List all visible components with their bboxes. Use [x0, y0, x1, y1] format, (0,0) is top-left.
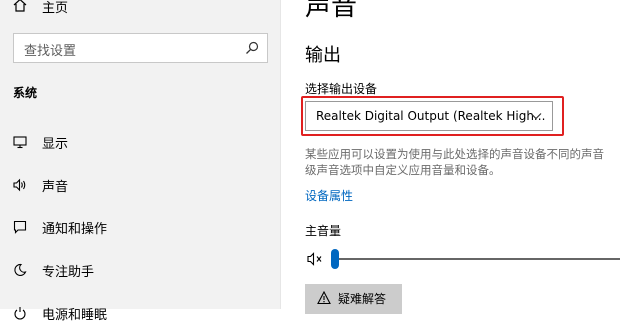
output-heading: 输出 — [305, 45, 341, 66]
sidebar-item-label: 电源和睡眠 — [42, 308, 108, 323]
warning-icon — [317, 291, 331, 305]
speaker-icon — [13, 178, 26, 192]
sidebar-item-label: 专注助手 — [42, 265, 95, 280]
troubleshoot-label: 疑难解答 — [338, 292, 387, 306]
mute-speaker-icon[interactable] — [307, 251, 325, 267]
device-properties-link[interactable]: 设备属性 — [305, 187, 353, 204]
select-output-device-label: 选择输出设备 — [305, 82, 378, 96]
search-icon[interactable] — [245, 41, 259, 55]
search-placeholder: 查找设置 — [24, 44, 77, 59]
section-heading-system: 系统 — [13, 86, 38, 100]
sidebar-item-focus-assist[interactable]: 专注助手 — [0, 254, 280, 286]
troubleshoot-button[interactable]: 疑难解答 — [305, 284, 402, 314]
power-icon — [14, 307, 26, 320]
volume-slider-thumb[interactable] — [331, 249, 339, 269]
description-line: 某些应用可以设置为使用与此处选择的声音设备不同的声音 — [305, 147, 604, 161]
moon-icon — [14, 263, 27, 276]
master-volume-label: 主音量 — [305, 224, 342, 238]
monitor-icon — [13, 136, 27, 149]
settings-search-input[interactable]: 查找设置 — [13, 33, 268, 63]
sidebar-item-label: 显示 — [42, 137, 69, 152]
home-nav-item[interactable]: 主页 — [0, 0, 280, 20]
page-title: 声音 — [305, 0, 358, 22]
sidebar-item-label: 通知和操作 — [42, 222, 108, 237]
home-label: 主页 — [42, 1, 69, 16]
sidebar-divider — [280, 0, 281, 309]
volume-slider-track[interactable] — [335, 258, 620, 260]
description-line: 级声音选项中自定义应用音量和设备。 — [305, 163, 501, 177]
highlight-annotation-box — [301, 96, 564, 136]
sidebar: 主页 查找设置 系统 显示 声音 通知和操作 专注助手 电源和睡眠 — [0, 0, 280, 323]
sidebar-item-power-sleep[interactable]: 电源和睡眠 — [0, 297, 280, 329]
sidebar-item-display[interactable]: 显示 — [0, 126, 280, 158]
output-description: 某些应用可以设置为使用与此处选择的声音设备不同的声音 级声音选项中自定义应用音量… — [305, 146, 620, 178]
notification-icon — [13, 220, 27, 234]
home-icon — [13, 0, 27, 12]
sidebar-item-label: 声音 — [42, 180, 69, 195]
sidebar-item-notifications[interactable]: 通知和操作 — [0, 211, 280, 243]
sidebar-item-sound[interactable]: 声音 — [0, 169, 280, 201]
